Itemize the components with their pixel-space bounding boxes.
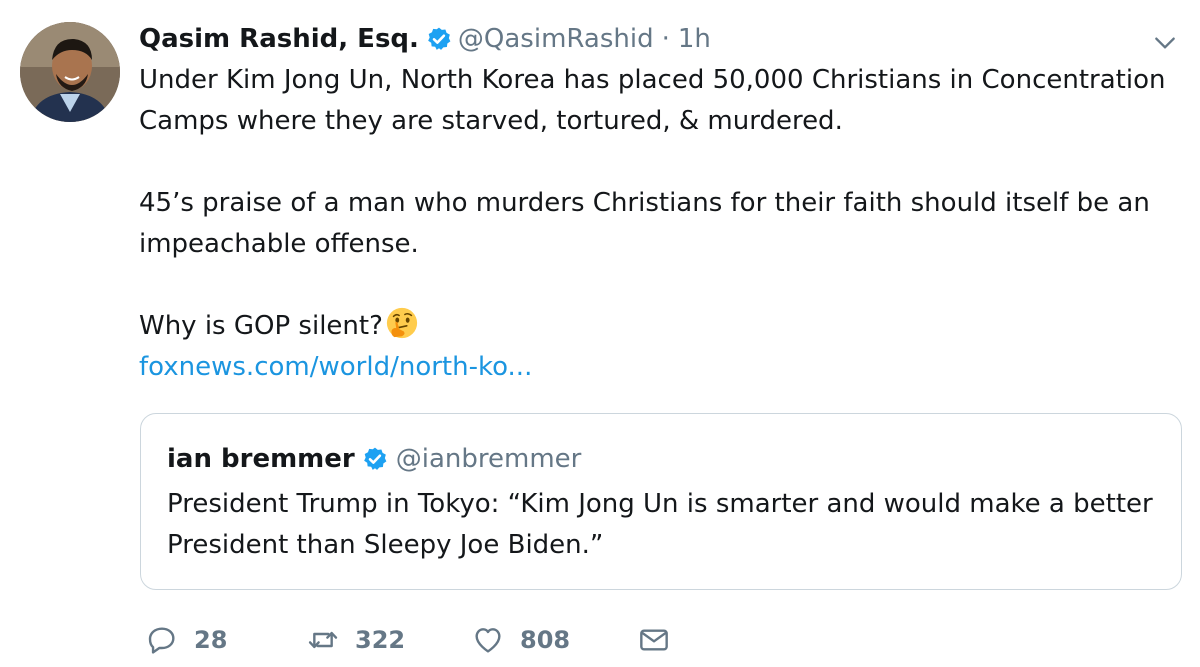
envelope-icon [640, 629, 668, 651]
direct-message-button[interactable] [638, 624, 670, 656]
avatar-photo-icon [20, 22, 120, 122]
retweet-button[interactable]: 322 [307, 624, 472, 656]
quoted-tweet-header: ian bremmer @ianbremmer [167, 442, 581, 476]
quoted-tweet[interactable]: ian bremmer @ianbremmer President Trump … [140, 413, 1182, 590]
tweet-text: Under Kim Jong Un, North Korea has place… [139, 60, 1169, 388]
tweet-actions: 28 322 808 [146, 620, 670, 660]
reply-count: 28 [194, 626, 228, 654]
tweet-timestamp[interactable]: 1h [678, 24, 711, 54]
tweet-paragraph-3: Why is GOP silent? [139, 306, 1169, 347]
author-handle[interactable]: @QasimRashid [458, 24, 654, 54]
quoted-author-handle: @ianbremmer [395, 444, 582, 474]
header-separator: · [661, 24, 670, 54]
tweet-paragraph-2: 45’s praise of a man who murders Christi… [139, 188, 1150, 259]
like-button[interactable]: 808 [472, 624, 638, 656]
tweet-card: Qasim Rashid, Esq. @QasimRashid · 1h Und… [0, 0, 1200, 667]
reply-button[interactable]: 28 [146, 624, 307, 656]
tweet-link[interactable]: foxnews.com/world/north-ko... [139, 347, 1169, 388]
thinking-face-emoji-icon [385, 306, 419, 340]
quoted-tweet-text: President Trump in Tokyo: “Kim Jong Un i… [167, 489, 1153, 560]
retweet-icon [308, 631, 338, 649]
verified-badge-icon [426, 26, 452, 52]
retweet-count: 322 [355, 626, 406, 654]
tweet-question: Why is GOP silent? [139, 311, 383, 341]
tweet-paragraph-1: Under Kim Jong Un, North Korea has place… [139, 65, 1166, 136]
author-name[interactable]: Qasim Rashid, Esq. [139, 24, 419, 54]
tweet-header: Qasim Rashid, Esq. @QasimRashid · 1h [139, 22, 711, 56]
chevron-down-icon[interactable] [1152, 30, 1178, 56]
author-avatar[interactable] [20, 22, 120, 122]
verified-badge-icon [362, 446, 388, 472]
like-count: 808 [520, 626, 571, 654]
heart-icon [475, 628, 501, 653]
reply-icon [148, 627, 175, 654]
quoted-author-name: ian bremmer [167, 444, 355, 474]
